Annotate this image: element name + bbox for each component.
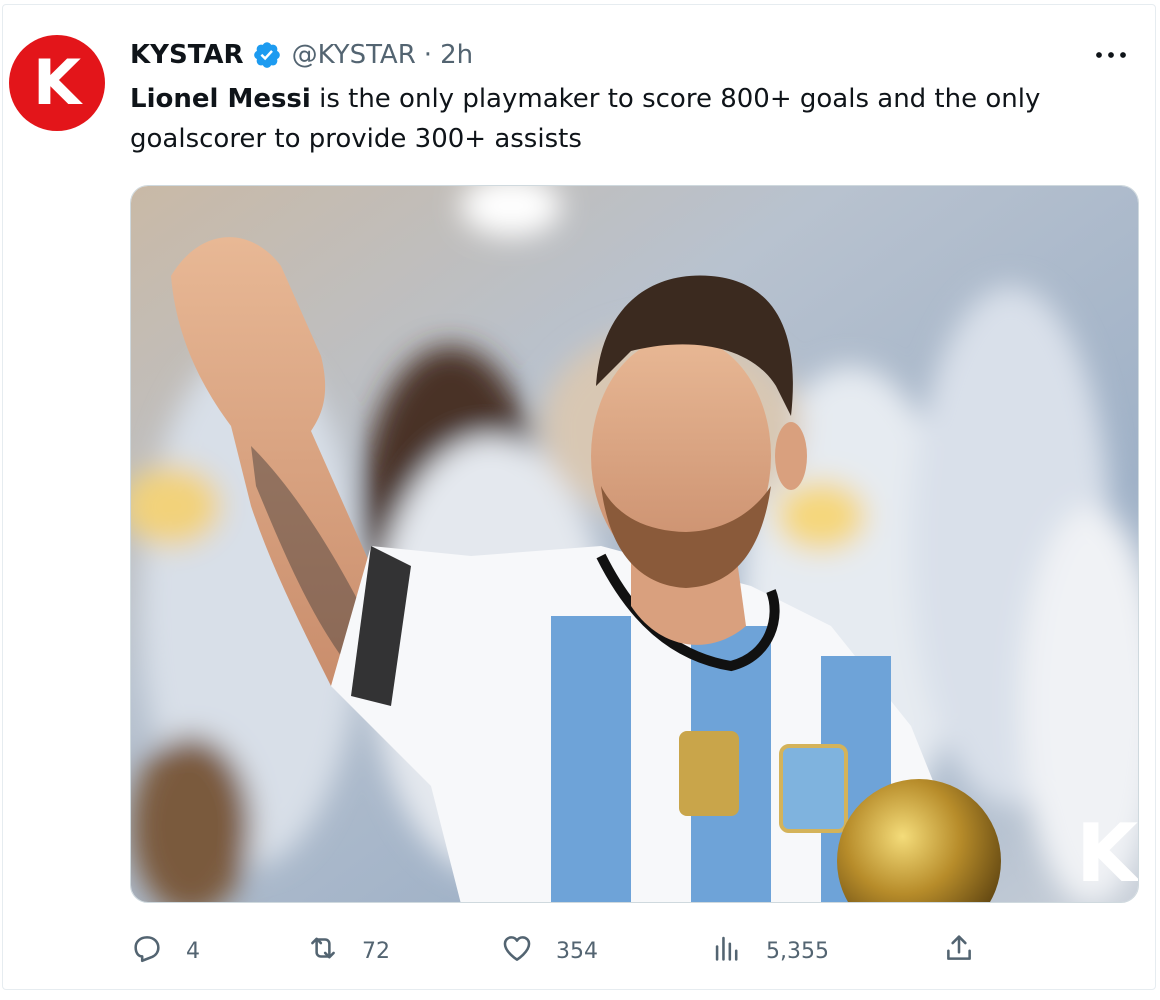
- share-icon: [942, 931, 976, 971]
- tweet-text-bold: Lionel Messi: [130, 84, 311, 114]
- tweet-media-image[interactable]: K: [130, 185, 1139, 903]
- verified-badge-icon: [252, 40, 282, 70]
- retweet-count: 72: [362, 938, 390, 964]
- tweet-header: KYSTAR @KYSTAR · 2h: [130, 37, 473, 73]
- reply-button[interactable]: 4: [130, 929, 200, 973]
- like-button[interactable]: 354: [500, 929, 598, 973]
- reply-count: 4: [186, 938, 200, 964]
- tweet-card[interactable]: K KYSTAR @KYSTAR · 2h Lionel Messi is th…: [2, 4, 1156, 990]
- reply-icon: [130, 931, 164, 971]
- share-button[interactable]: [942, 929, 976, 973]
- avatar-letter: K: [32, 46, 82, 119]
- more-icon[interactable]: [1091, 37, 1131, 73]
- avatar[interactable]: K: [9, 35, 105, 131]
- views-button[interactable]: 5,355: [710, 929, 829, 973]
- views-icon: [710, 931, 744, 971]
- media-watermark: K: [1076, 807, 1139, 900]
- tweet-actions: 4 72 354 5,355: [130, 929, 990, 973]
- retweet-icon: [306, 931, 340, 971]
- heart-icon: [500, 931, 534, 971]
- author-handle[interactable]: @KYSTAR: [292, 40, 416, 70]
- retweet-button[interactable]: 72: [306, 929, 390, 973]
- timestamp[interactable]: 2h: [440, 40, 473, 70]
- views-count: 5,355: [766, 938, 829, 964]
- separator-dot: ·: [423, 40, 433, 70]
- tweet-text: Lionel Messi is the only playmaker to sc…: [130, 79, 1110, 159]
- like-count: 354: [556, 938, 598, 964]
- author-name[interactable]: KYSTAR: [130, 40, 244, 70]
